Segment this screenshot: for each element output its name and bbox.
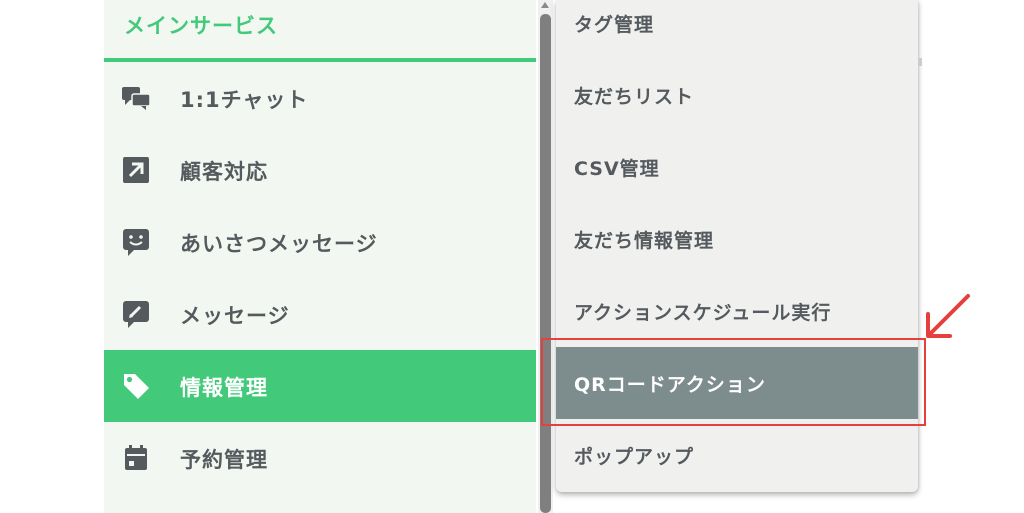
calendar-icon (125, 445, 147, 470)
sidebar-item-chat[interactable]: 1:1チャット (104, 62, 536, 134)
chat-bubbles-icon (122, 87, 151, 110)
submenu-item-label: ポップアップ (574, 446, 695, 468)
screenshot-stage: メインサービス 1:1チャット 顧客対応 あいさつメッセージ メッセージ 情報管… (0, 0, 1024, 513)
sidebar-item-label: 予約管理 (180, 448, 268, 472)
sidebar-header: メインサービス (104, 0, 536, 62)
submenu-item-tag-management[interactable]: タグ管理 (556, 0, 918, 59)
sidebar-header-label: メインサービス (124, 14, 278, 38)
sidebar-item-message[interactable]: メッセージ (104, 278, 536, 350)
scrollbar-thumb[interactable] (540, 14, 551, 513)
submenu-item-label: アクションスケジュール実行 (574, 302, 832, 324)
submenu-item-popup[interactable]: ポップアップ (556, 419, 918, 491)
annotation-arrow-icon (926, 294, 970, 338)
scrollbar[interactable] (538, 0, 553, 513)
sidebar-item-info-management[interactable]: 情報管理 (104, 350, 536, 422)
sidebar-item-label: メッセージ (180, 304, 290, 328)
sidebar-item-label: 1:1チャット (180, 88, 309, 112)
arrow-up-right-icon (123, 157, 149, 183)
submenu-item-action-schedule[interactable]: アクションスケジュール実行 (556, 275, 918, 347)
sidebar-item-customer-support[interactable]: 顧客対応 (104, 134, 536, 206)
submenu-item-friend-info-management[interactable]: 友だち情報管理 (556, 203, 918, 275)
submenu-item-label: タグ管理 (574, 14, 655, 36)
annotation-highlight-box (541, 338, 926, 426)
submenu-item-label: 友だちリスト (574, 86, 695, 108)
submenu-item-csv-management[interactable]: CSV管理 (556, 131, 918, 203)
sidebar-item-reservation[interactable]: 予約管理 (104, 422, 536, 494)
edit-message-icon (123, 301, 149, 328)
sidebar-item-label: あいさつメッセージ (180, 232, 378, 256)
sidebar-item-greeting-message[interactable]: あいさつメッセージ (104, 206, 536, 278)
sidebar-item-label: 顧客対応 (180, 160, 268, 184)
tag-icon (124, 374, 149, 399)
scroll-up-arrow-icon[interactable] (541, 2, 549, 8)
background-edge (918, 58, 922, 66)
smile-message-icon (123, 229, 149, 256)
submenu-item-label: 友だち情報管理 (574, 230, 715, 252)
submenu-item-label: CSV管理 (574, 158, 660, 180)
sidebar: メインサービス 1:1チャット 顧客対応 あいさつメッセージ メッセージ 情報管… (104, 0, 536, 513)
sidebar-item-label: 情報管理 (180, 376, 268, 400)
submenu-item-friends-list[interactable]: 友だちリスト (556, 59, 918, 131)
